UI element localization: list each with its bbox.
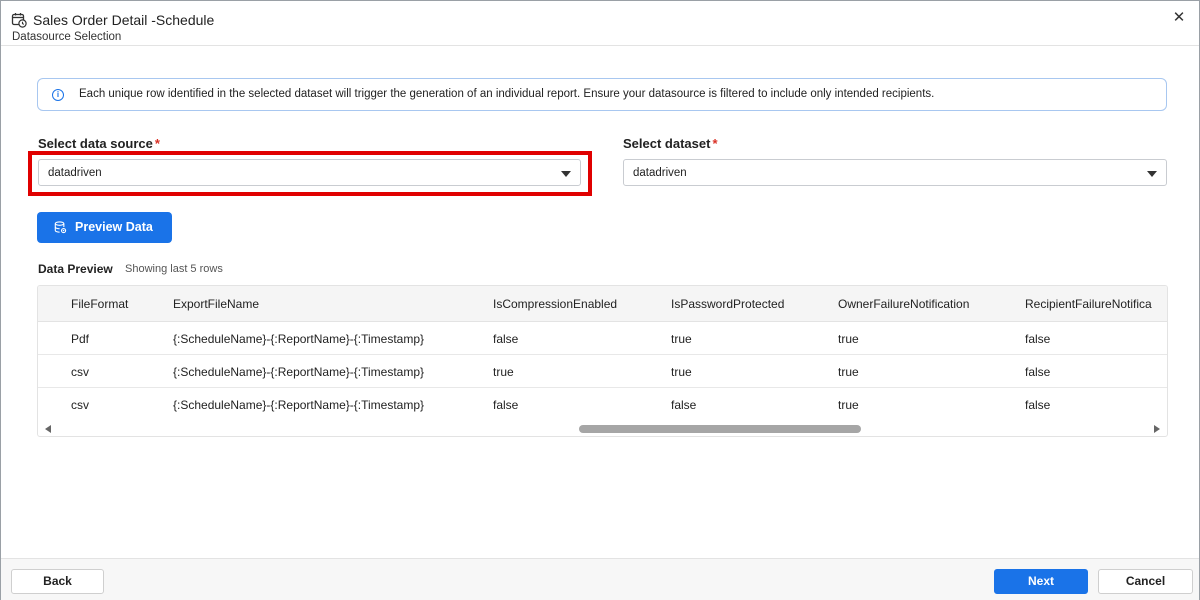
table-cell: csv bbox=[71, 398, 89, 412]
preview-data-label: Preview Data bbox=[75, 220, 153, 234]
back-button[interactable]: Back bbox=[11, 569, 104, 594]
data-preview-subtitle: Showing last 5 rows bbox=[125, 263, 223, 275]
column-header[interactable]: RecipientFailureNotifica bbox=[1025, 297, 1152, 311]
calendar-clock-icon bbox=[11, 13, 27, 28]
required-mark: * bbox=[712, 136, 718, 151]
table-cell: csv bbox=[71, 365, 89, 379]
datasource-label-text: Select data source bbox=[38, 136, 153, 151]
scroll-right-icon[interactable] bbox=[1154, 425, 1160, 433]
table-cell: true bbox=[493, 365, 514, 379]
scroll-left-icon[interactable] bbox=[45, 425, 51, 433]
table-cell: true bbox=[838, 332, 859, 346]
dialog-subtitle: Datasource Selection bbox=[12, 31, 122, 43]
dialog-title: Sales Order Detail -Schedule bbox=[33, 12, 215, 28]
scrollbar-thumb[interactable] bbox=[579, 425, 861, 433]
info-text: Each unique row identified in the select… bbox=[79, 88, 935, 100]
required-mark: * bbox=[154, 136, 160, 151]
next-button[interactable]: Next bbox=[994, 569, 1088, 594]
table-cell: true bbox=[838, 365, 859, 379]
data-preview-table: FileFormat ExportFileName IsCompressionE… bbox=[37, 285, 1168, 437]
table-row: csv {:ScheduleName}-{:ReportName}-{:Time… bbox=[38, 355, 1167, 388]
dialog-footer: Back Next Cancel bbox=[1, 558, 1199, 600]
dataset-label-text: Select dataset bbox=[623, 136, 711, 151]
horizontal-scrollbar[interactable] bbox=[38, 420, 1167, 436]
table-cell: false bbox=[1025, 365, 1051, 379]
info-icon: i bbox=[52, 89, 64, 101]
column-header[interactable]: FileFormat bbox=[71, 297, 128, 311]
database-preview-icon bbox=[54, 221, 67, 234]
table-cell: false bbox=[1025, 332, 1051, 346]
table-cell: false bbox=[671, 398, 697, 412]
table-row: Pdf {:ScheduleName}-{:ReportName}-{:Time… bbox=[38, 322, 1167, 355]
preview-data-button[interactable]: Preview Data bbox=[37, 212, 172, 243]
table-cell: true bbox=[671, 365, 692, 379]
close-icon[interactable]: ✕ bbox=[1171, 10, 1187, 26]
table-cell: true bbox=[838, 398, 859, 412]
table-cell: false bbox=[493, 398, 519, 412]
table-cell: false bbox=[1025, 398, 1051, 412]
data-preview-title: Data Preview bbox=[38, 262, 113, 276]
datasource-label: Select data source * bbox=[38, 136, 160, 151]
table-cell: Pdf bbox=[71, 332, 90, 346]
table-cell: false bbox=[493, 332, 519, 346]
table-cell: {:ScheduleName}-{:ReportName}-{:Timestam… bbox=[173, 365, 425, 379]
dialog: Sales Order Detail -Schedule Datasource … bbox=[0, 0, 1200, 600]
highlight-box bbox=[28, 151, 592, 196]
dataset-label: Select dataset * bbox=[623, 136, 718, 151]
dialog-header: Sales Order Detail -Schedule Datasource … bbox=[1, 1, 1199, 46]
dataset-select-value: datadriven bbox=[633, 167, 687, 179]
cancel-button[interactable]: Cancel bbox=[1098, 569, 1193, 594]
column-header[interactable]: IsPasswordProtected bbox=[671, 297, 784, 311]
column-header[interactable]: ExportFileName bbox=[173, 297, 259, 311]
dataset-select[interactable]: datadriven bbox=[623, 159, 1167, 186]
chevron-down-icon bbox=[1147, 171, 1157, 177]
column-header[interactable]: OwnerFailureNotification bbox=[838, 297, 969, 311]
table-cell: true bbox=[671, 332, 692, 346]
table-header: FileFormat ExportFileName IsCompressionE… bbox=[38, 286, 1167, 322]
column-header[interactable]: IsCompressionEnabled bbox=[493, 297, 617, 311]
table-cell: {:ScheduleName}-{:ReportName}-{:Timestam… bbox=[173, 398, 425, 412]
info-banner: i Each unique row identified in the sele… bbox=[37, 78, 1167, 111]
table-row: csv {:ScheduleName}-{:ReportName}-{:Time… bbox=[38, 388, 1167, 421]
table-cell: {:ScheduleName}-{:ReportName}-{:Timestam… bbox=[173, 332, 425, 346]
